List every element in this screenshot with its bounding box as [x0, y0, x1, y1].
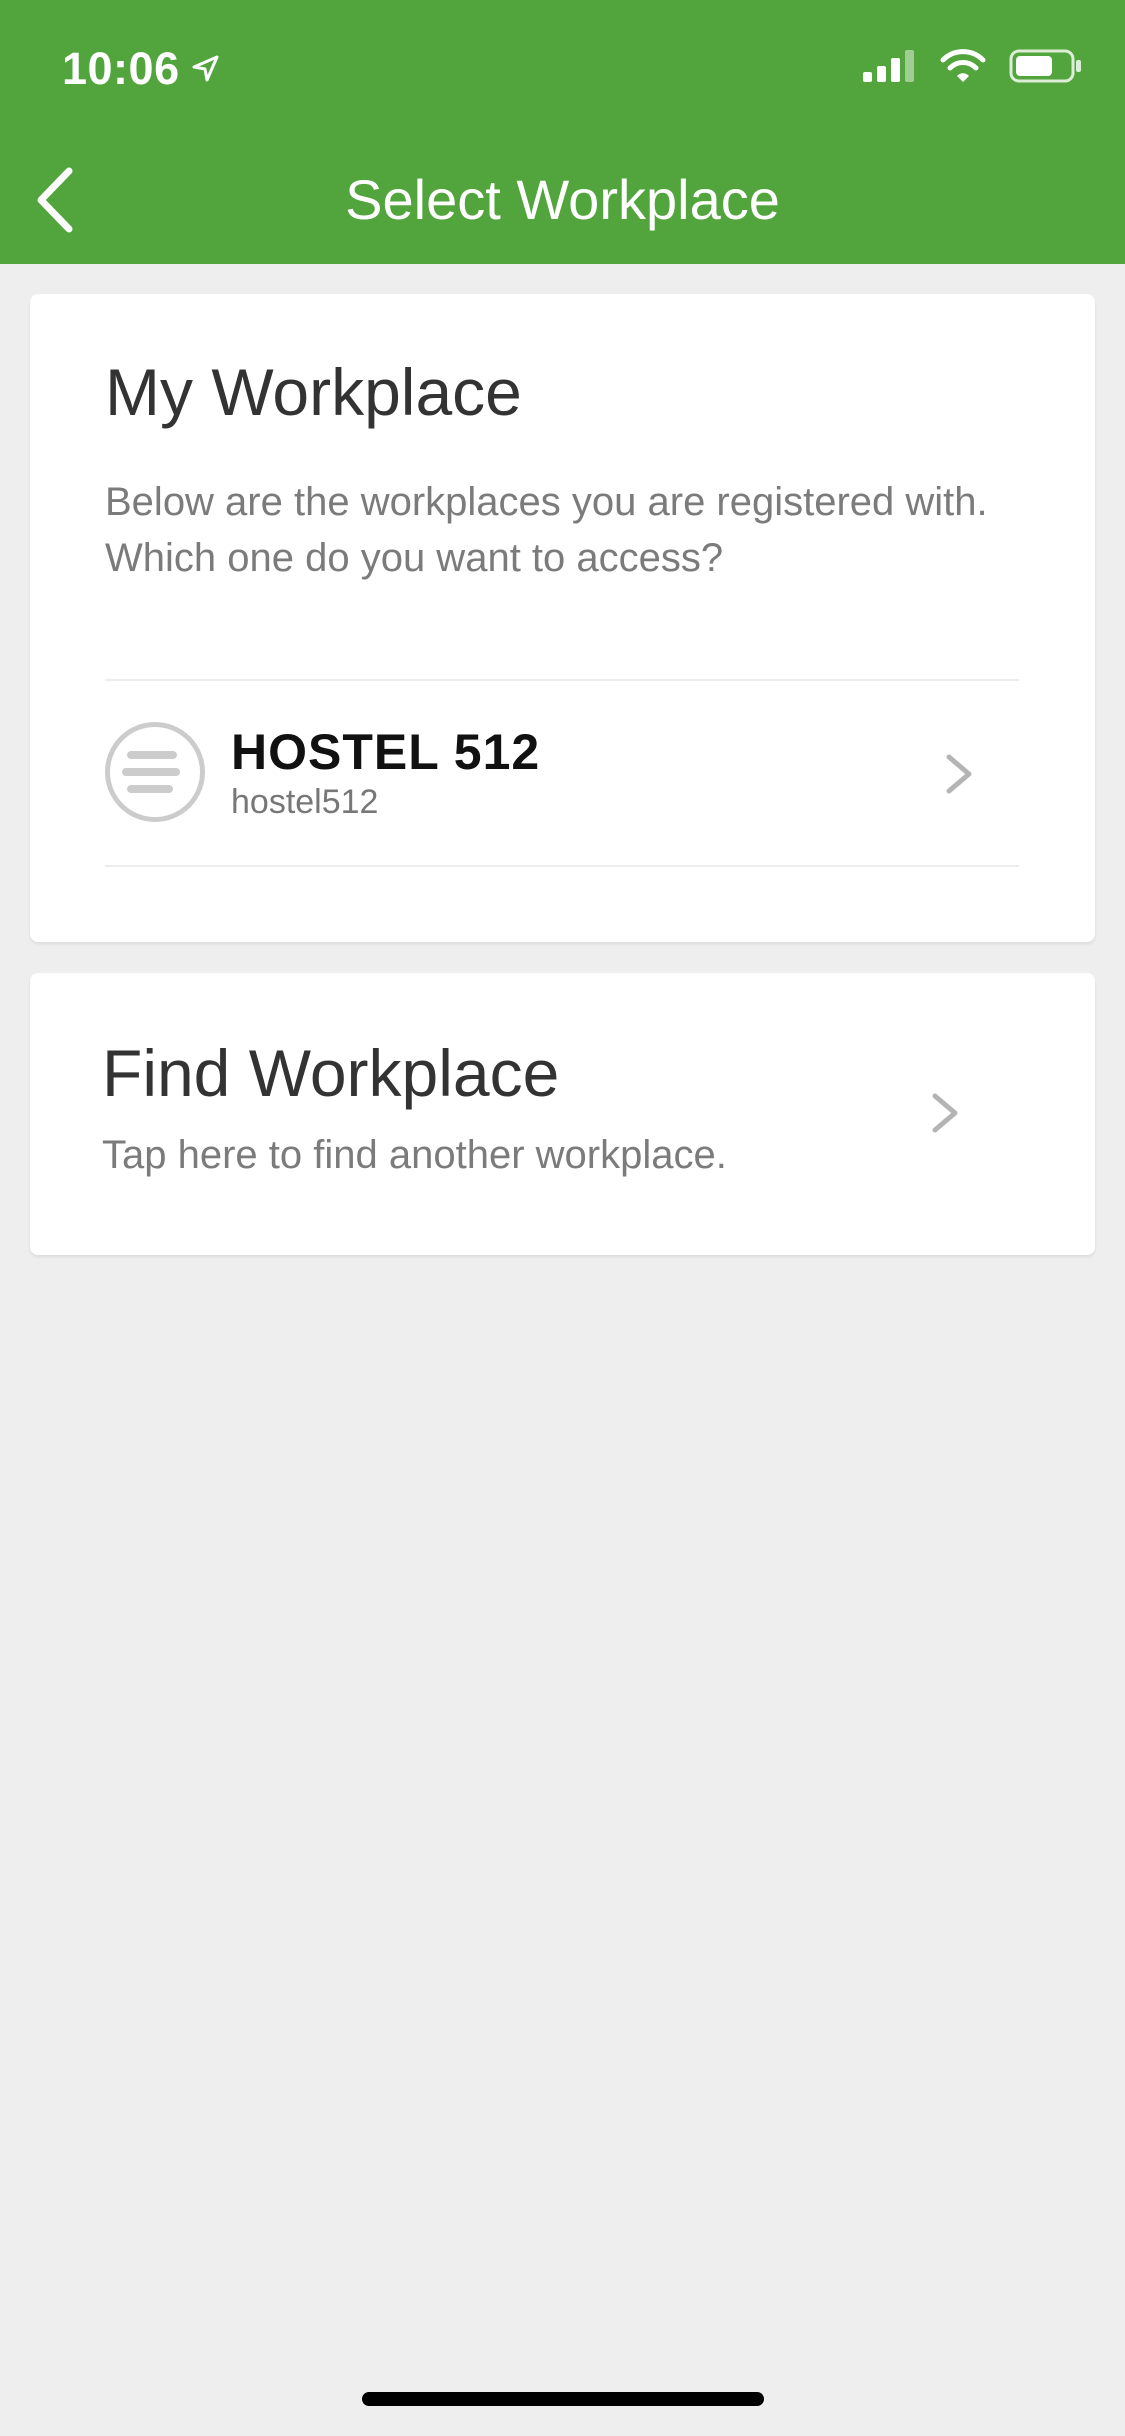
find-workplace-description: Tap here to find another workplace. — [102, 1133, 727, 1177]
wifi-icon — [940, 49, 986, 82]
my-workplace-title: My Workplace — [105, 355, 522, 429]
app-header: 10:06 Select Workplace — [0, 0, 1125, 264]
find-workplace-card[interactable]: Find Workplace Tap here to find another … — [30, 973, 1095, 1255]
my-workplace-description: Below are the workplaces you are registe… — [105, 480, 988, 580]
home-indicator[interactable] — [362, 2392, 764, 2406]
cellular-signal-icon — [863, 50, 914, 82]
location-arrow-icon — [192, 55, 219, 82]
workplace-name: HOSTEL 512 — [231, 724, 541, 780]
status-time: 10:06 — [62, 43, 220, 94]
chevron-right-icon — [946, 754, 972, 794]
find-workplace-title: Find Workplace — [102, 1036, 560, 1110]
workplace-logo-icon — [105, 722, 205, 822]
workplace-list-item[interactable]: HOSTEL 512 hostel512 — [105, 681, 1019, 865]
workplace-slug: hostel512 — [231, 783, 379, 821]
my-workplace-card: My Workplace Below are the workplaces yo… — [30, 294, 1095, 942]
page-title: Select Workplace — [345, 168, 780, 231]
battery-icon — [1009, 49, 1081, 83]
status-time-text: 10:06 — [62, 43, 180, 94]
status-icons — [861, 48, 1083, 84]
divider — [105, 865, 1019, 867]
chevron-right-icon — [932, 1093, 958, 1133]
screen: 10:06 Select Workplace My Workplace Belo… — [0, 0, 1125, 2436]
